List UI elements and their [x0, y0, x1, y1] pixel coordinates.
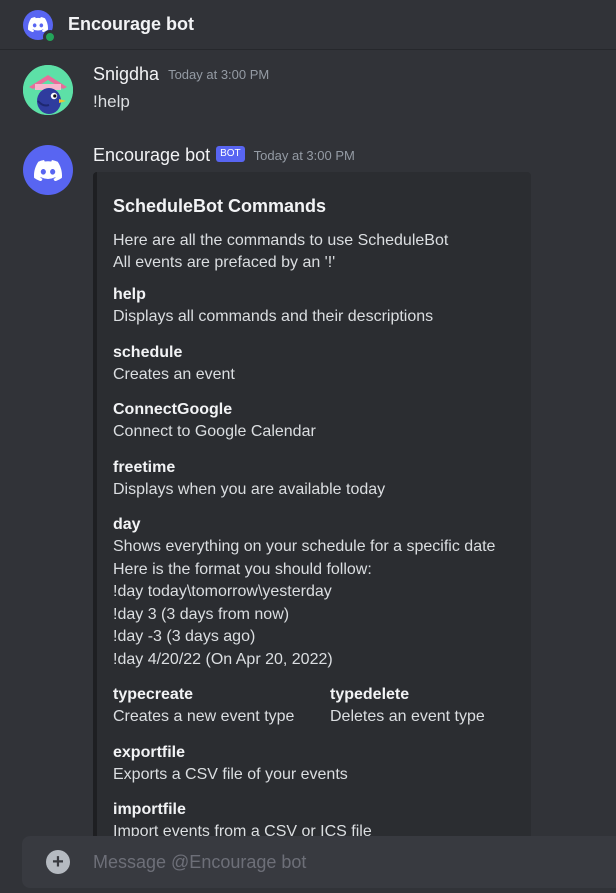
field-value-line: !day -3 (3 days ago) [113, 628, 256, 645]
embed-title: ScheduleBot Commands [113, 196, 327, 216]
field-value-line: Deletes an event type [330, 708, 485, 725]
field-value-line: !day 4/20/22 (On Apr 20, 2022) [113, 650, 333, 668]
field-value: Displays all commands and their descript… [113, 306, 433, 329]
page-title: Encourage bot [68, 14, 195, 34]
field-name: importfile [113, 801, 186, 818]
channel-header: Encourage bot [0, 0, 616, 50]
discord-logo-icon [34, 159, 62, 181]
field-typedelete: typedelete Deletes an event type [330, 684, 485, 729]
avatar[interactable] [23, 145, 73, 195]
field-help: help Displays all commands and their des… [113, 284, 433, 329]
field-typecreate: typecreate Creates a new event type [113, 684, 294, 729]
message-timestamp: Today at 3:00 PM [253, 148, 355, 163]
message-header: Snigdha Today at 3:00 PM [93, 64, 269, 85]
field-value: Exports a CSV file of your events [113, 764, 348, 787]
field-value-line: Shows everything on your schedule for a … [113, 538, 496, 555]
field-name: typedelete [330, 686, 410, 703]
avatar[interactable] [23, 65, 73, 115]
message-list[interactable]: Snigdha Today at 3:00 PM !help Encourage… [0, 50, 616, 836]
field-value-line: Displays all commands and their descript… [113, 308, 434, 325]
field-name: typecreate [113, 686, 194, 703]
message-timestamp: Today at 3:00 PM [168, 67, 270, 82]
bird-avatar-icon [23, 65, 73, 115]
field-value: Import events from a CSV or ICS file [113, 821, 372, 836]
field-name: exportfile [113, 744, 186, 761]
message-composer: + [22, 836, 616, 888]
dm-avatar[interactable] [23, 9, 57, 44]
field-importfile: importfile Import events from a CSV or I… [113, 799, 372, 836]
message-input[interactable] [93, 851, 573, 873]
command-embed: ScheduleBot Commands Here are all the co… [93, 172, 531, 836]
field-name: schedule [113, 344, 183, 361]
field-value-line: Import events from a CSV or ICS file [113, 823, 372, 836]
field-value: Deletes an event type [330, 706, 485, 729]
embed-description: Here are all the commands to use Schedul… [113, 230, 448, 274]
field-value-line: Creates an event [113, 366, 235, 383]
field-value-line: Displays when you are available today [113, 481, 386, 498]
field-value-line: !day today\tomorrow\yesterday [113, 583, 332, 600]
online-status-dot [43, 29, 57, 44]
field-value-line: Creates a new event type [113, 708, 295, 725]
plus-circle-icon[interactable]: + [46, 850, 70, 874]
field-value: Creates a new event type [113, 706, 294, 729]
field-name: freetime [113, 459, 176, 476]
field-value: Creates an event [113, 364, 235, 387]
field-value-line: Here is the format you should follow: [113, 560, 372, 578]
field-value-line: !day 3 (3 days from now) [113, 605, 290, 623]
field-value: Connect to Google Calendar [113, 421, 316, 444]
field-day: day Shows everything on your schedule fo… [113, 514, 495, 671]
field-value-line: Connect to Google Calendar [113, 423, 316, 440]
field-exportfile: exportfile Exports a CSV file of your ev… [113, 742, 348, 787]
field-value-line: Exports a CSV file of your events [113, 766, 348, 783]
embed-description-line: Here are all the commands to use Schedul… [113, 232, 449, 249]
field-connectgoogle: ConnectGoogle Connect to Google Calendar [113, 399, 316, 444]
message-text: !help [93, 92, 130, 111]
field-value: Shows everything on your schedule for a … [113, 536, 495, 671]
message-header: Encourage bot BOT Today at 3:00 PM [93, 145, 355, 166]
field-name: help [113, 286, 146, 303]
field-value: Displays when you are available today [113, 479, 385, 502]
field-name: day [113, 516, 141, 533]
field-name: ConnectGoogle [113, 401, 233, 418]
bot-badge: BOT [216, 145, 245, 162]
embed-description-line: All events are prefaced by an '!' [113, 254, 336, 271]
field-freetime: freetime Displays when you are available… [113, 457, 385, 502]
field-schedule: schedule Creates an event [113, 342, 235, 387]
author-name[interactable]: Encourage bot [93, 145, 210, 166]
author-name[interactable]: Snigdha [93, 64, 159, 85]
